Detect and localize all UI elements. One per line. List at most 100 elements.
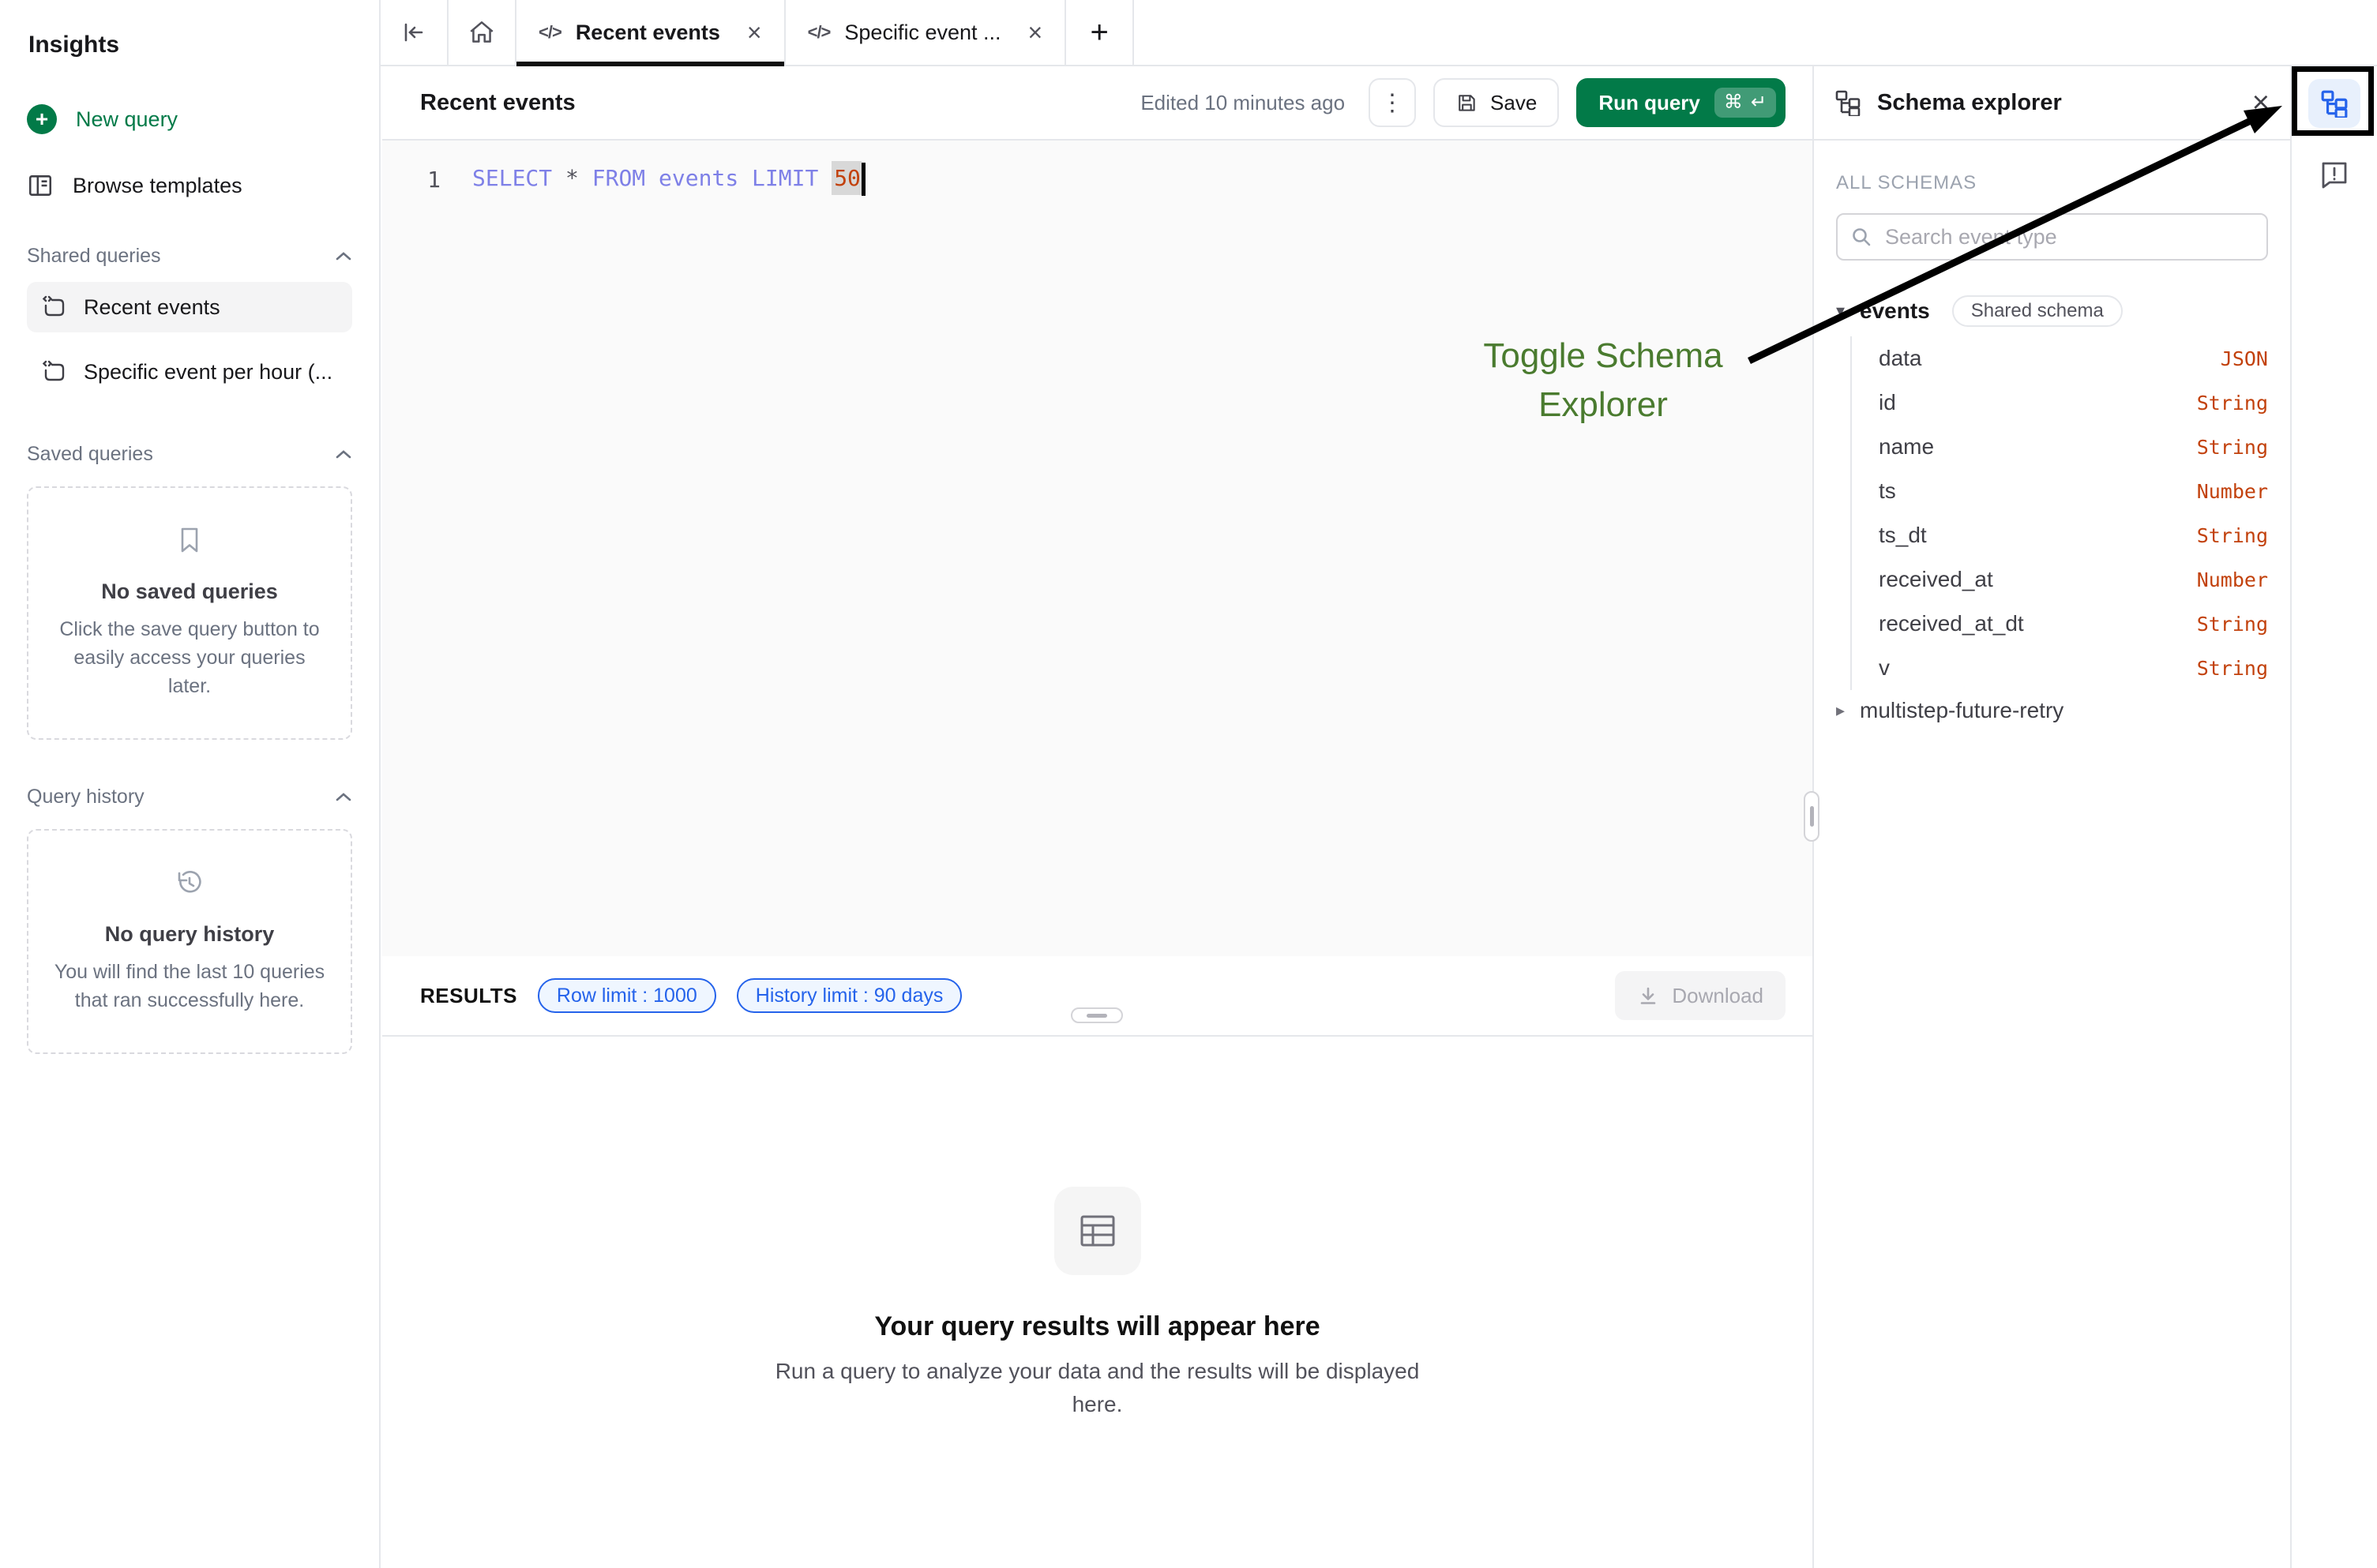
schema-field-row[interactable]: data JSON bbox=[1879, 336, 2268, 381]
sidebar-item-label: Specific event per hour (... bbox=[84, 360, 332, 384]
plus-circle-icon: + bbox=[27, 104, 57, 134]
keyboard-shortcut-badge: ⌘ ↵ bbox=[1714, 88, 1776, 118]
field-type: String bbox=[2197, 436, 2268, 459]
code-icon: </> bbox=[808, 22, 831, 43]
download-button[interactable]: Download bbox=[1615, 971, 1786, 1020]
new-query-button[interactable]: + New query bbox=[27, 104, 352, 134]
close-panel-icon[interactable]: × bbox=[2252, 88, 2270, 118]
section-query-history[interactable]: Query history bbox=[27, 786, 352, 808]
toggle-schema-explorer-button[interactable] bbox=[2308, 79, 2360, 128]
sidebar-item-recent-events[interactable]: Recent events bbox=[27, 282, 352, 332]
download-label: Download bbox=[1672, 984, 1763, 1008]
schema-field-row[interactable]: ts_dt String bbox=[1879, 513, 2268, 557]
home-tab-button[interactable] bbox=[449, 0, 516, 65]
bookmark-icon bbox=[172, 523, 207, 557]
schema-tree-icon bbox=[1834, 89, 1861, 116]
event-schema-name: events bbox=[1860, 298, 1930, 324]
new-tab-button[interactable]: + bbox=[1066, 0, 1134, 65]
field-name: received_at_dt bbox=[1879, 611, 2024, 636]
chevron-right-icon: ▸ bbox=[1836, 700, 1860, 721]
home-icon bbox=[467, 17, 497, 47]
edited-timestamp: Edited 10 minutes ago bbox=[1140, 91, 1345, 115]
section-saved-queries[interactable]: Saved queries bbox=[27, 443, 352, 466]
close-tab-icon[interactable]: × bbox=[1028, 20, 1043, 45]
run-query-button[interactable]: Run query ⌘ ↵ bbox=[1576, 78, 1786, 127]
close-tab-icon[interactable]: × bbox=[747, 20, 762, 45]
field-type: String bbox=[2197, 657, 2268, 680]
editor-actions: Edited 10 minutes ago ⋮ Save Run query bbox=[1140, 78, 1786, 127]
tab-bar: </> Recent events × </> Specific event .… bbox=[381, 0, 2377, 66]
collapse-sidebar-button[interactable] bbox=[381, 0, 449, 65]
browse-templates-button[interactable]: Browse templates bbox=[27, 172, 352, 199]
query-icon bbox=[41, 359, 66, 384]
chevron-up-icon bbox=[335, 792, 352, 803]
field-name: id bbox=[1879, 390, 1896, 415]
more-options-button[interactable]: ⋮ bbox=[1369, 78, 1416, 127]
chevron-up-icon bbox=[335, 449, 352, 460]
sidebar-item-specific-event[interactable]: Specific event per hour (... bbox=[27, 347, 352, 397]
results-toolbar: RESULTS Row limit : 1000 History limit :… bbox=[382, 956, 1812, 1037]
history-empty-title: No query history bbox=[105, 922, 275, 947]
schema-tree-icon-active bbox=[2320, 89, 2349, 118]
field-type: String bbox=[2197, 524, 2268, 547]
sidebar-item-label: Recent events bbox=[84, 295, 220, 320]
schema-field-row[interactable]: received_at_dt String bbox=[1879, 602, 2268, 646]
code-line: 1 SELECT * FROM events LIMIT 50 bbox=[382, 161, 1812, 197]
schema-search-box[interactable] bbox=[1836, 213, 2268, 261]
saved-empty-title: No saved queries bbox=[101, 580, 278, 604]
field-name: ts_dt bbox=[1879, 523, 1927, 548]
history-limit-chip[interactable]: History limit : 90 days bbox=[737, 978, 963, 1013]
history-icon bbox=[172, 865, 207, 900]
editor-resize-handle[interactable] bbox=[1071, 1007, 1123, 1023]
shared-schema-badge: Shared schema bbox=[1952, 295, 2123, 327]
row-limit-chip[interactable]: Row limit : 1000 bbox=[538, 978, 716, 1013]
schema-panel-header: Schema explorer × bbox=[1814, 66, 2290, 141]
chevron-up-icon bbox=[335, 251, 352, 262]
shared-queries-label: Shared queries bbox=[27, 245, 161, 268]
history-empty-desc: You will find the last 10 queries that r… bbox=[51, 958, 329, 1015]
collapse-left-icon bbox=[400, 18, 428, 47]
editor-column: Recent events Edited 10 minutes ago ⋮ Sa… bbox=[382, 66, 1812, 1568]
line-number: 1 bbox=[382, 167, 472, 193]
feedback-button[interactable] bbox=[2314, 158, 2355, 191]
saved-queries-label: Saved queries bbox=[27, 443, 153, 466]
tab-label: Specific event ... bbox=[844, 21, 1001, 45]
query-title: Recent events bbox=[420, 90, 576, 116]
schema-fields-list: data JSON id String name String ts Numbe… bbox=[1850, 336, 2268, 690]
saved-queries-empty: No saved queries Click the save query bu… bbox=[27, 486, 352, 740]
right-toolbar bbox=[2290, 66, 2377, 1568]
field-type: Number bbox=[2197, 568, 2268, 591]
schema-field-row[interactable]: id String bbox=[1879, 381, 2268, 425]
tab-recent-events[interactable]: </> Recent events × bbox=[516, 0, 786, 65]
tab-label: Recent events bbox=[576, 21, 720, 45]
schema-field-row[interactable]: v String bbox=[1879, 646, 2268, 690]
download-icon bbox=[1637, 985, 1659, 1007]
schema-event-row[interactable]: ▾ events Shared schema bbox=[1836, 295, 2268, 327]
schema-field-row[interactable]: received_at Number bbox=[1879, 557, 2268, 602]
field-name: name bbox=[1879, 434, 1934, 460]
field-name: ts bbox=[1879, 478, 1896, 504]
schema-field-row[interactable]: name String bbox=[1879, 425, 2268, 469]
annotation-label: Toggle Schema Explorer bbox=[1445, 332, 1761, 430]
insights-app: Insights + New query Browse templates Sh… bbox=[0, 0, 2377, 1568]
save-button[interactable]: Save bbox=[1433, 78, 1559, 127]
field-name: v bbox=[1879, 655, 1890, 681]
run-query-label: Run query bbox=[1598, 91, 1700, 115]
schema-field-row[interactable]: ts Number bbox=[1879, 469, 2268, 513]
section-shared-queries[interactable]: Shared queries bbox=[27, 245, 352, 268]
tab-specific-event[interactable]: </> Specific event ... × bbox=[786, 0, 1067, 65]
results-empty-title: Your query results will appear here bbox=[874, 1311, 1320, 1342]
save-label: Save bbox=[1490, 91, 1537, 115]
query-history-empty: No query history You will find the last … bbox=[27, 829, 352, 1054]
selected-sql-value: 50 bbox=[832, 161, 862, 195]
enter-key-icon: ↵ bbox=[1751, 93, 1767, 112]
sql-editor[interactable]: 1 SELECT * FROM events LIMIT 50 bbox=[382, 141, 1812, 956]
feedback-icon bbox=[2319, 159, 2350, 190]
panel-resize-handle[interactable] bbox=[1804, 791, 1819, 842]
page-title: Insights bbox=[28, 32, 352, 58]
search-input[interactable] bbox=[1883, 224, 2254, 250]
schema-panel-title: Schema explorer bbox=[1877, 90, 2062, 116]
schema-collapsed-event-row[interactable]: ▸ multistep-future-retry bbox=[1836, 698, 2268, 723]
handle-dash bbox=[1810, 806, 1814, 827]
templates-icon bbox=[27, 172, 54, 199]
